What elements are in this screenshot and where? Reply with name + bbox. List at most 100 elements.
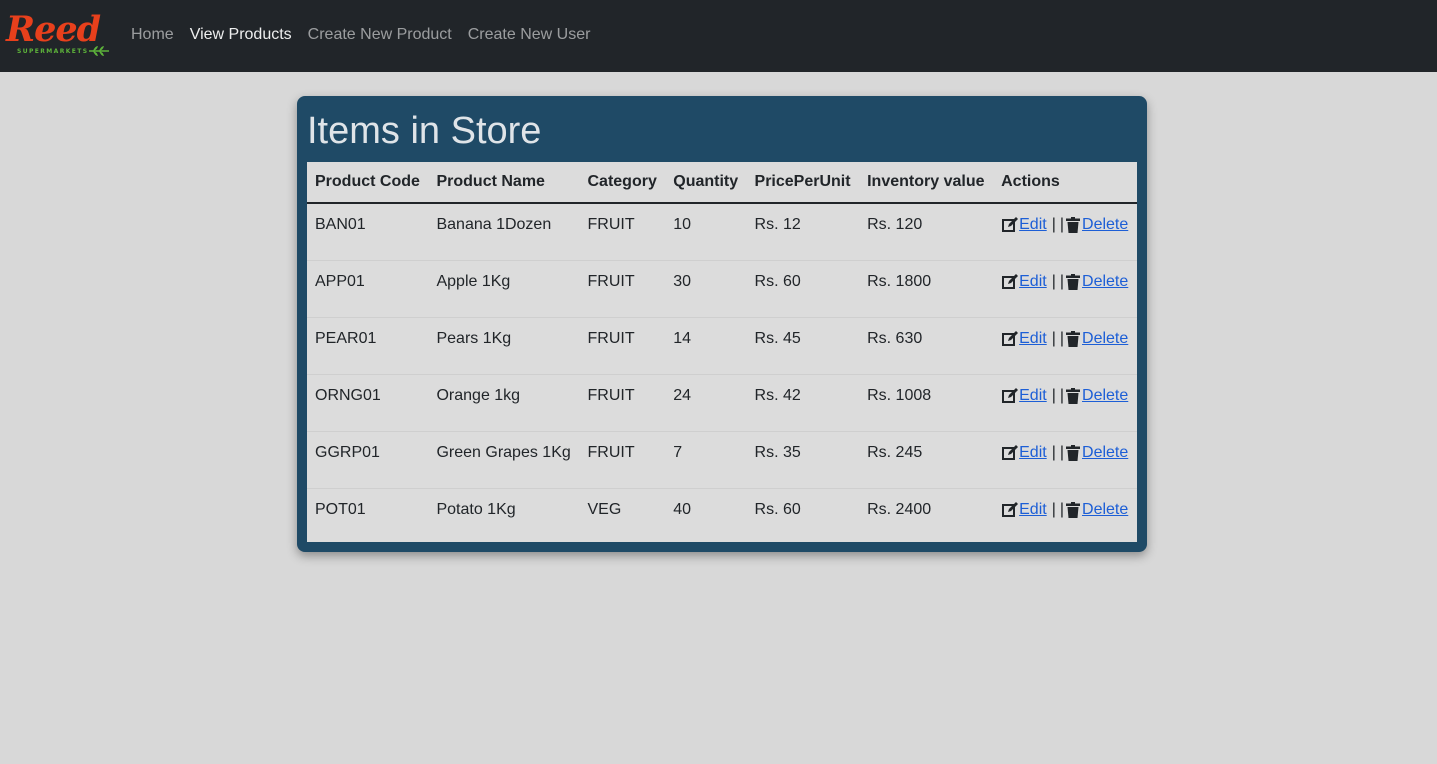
table-row: BAN01 Banana 1Dozen FRUIT 10 Rs. 12 Rs. 120 Ed… [307,203,1137,261]
actions-cell: Edit | | Delete [993,260,1137,318]
edit-link[interactable]: Edit [1019,444,1047,462]
edit-icon[interactable] [1001,330,1019,348]
row-actions: Edit | | Delete [1001,330,1129,348]
table-cell: Banana 1Dozen [428,203,580,261]
table-cell: Rs. 2400 [867,500,932,518]
nav-links: Home View Products Create New Product Creat… [131,24,606,46]
trash-icon[interactable] [1064,501,1082,519]
nav-link-view-products[interactable]: View Products [190,24,292,46]
trash-icon[interactable] [1064,387,1082,405]
delete-link[interactable]: Delete [1082,387,1128,405]
table-row: POT01 Potato 1Kg VEG 40 Rs. 60 Rs. 2400 Edit | |… [307,488,1137,542]
nav-link-create-new-product[interactable]: Create New Product [308,24,452,46]
trash-icon[interactable] [1064,216,1082,234]
page-title: Items in Store [307,110,542,152]
table-row: APP01 Apple 1Kg FRUIT 30 Rs. 60 Rs. 1800 Edit |… [307,260,1137,318]
table-row: ORNG01 Orange 1kg FRUIT 24 Rs. 42 Rs. 1008 Edi… [307,374,1137,432]
column-header-priceperunit: PricePerUnit [746,162,860,204]
edit-icon[interactable] [1001,216,1019,234]
table-cell: VEG [587,500,622,518]
actions-cell: Edit | | Delete [993,317,1137,375]
table-cell: Rs. 12 [746,203,860,261]
edit-icon[interactable] [1001,444,1019,462]
navbar: Reed SUPERMARKETS Home View Products Creat… [0,0,1437,72]
actions-cell: Edit | | Delete [993,488,1137,542]
table-cell: 40 [673,500,692,518]
table-row: PEAR01 Pears 1Kg FRUIT 14 Rs. 45 Rs. 630 Edit |… [307,317,1137,375]
table-cell: FRUIT [579,260,666,318]
table-cell: Rs. 45 [746,317,860,375]
brand-tagline: SUPERMARKETS [17,48,89,55]
edit-link[interactable]: Edit [1019,501,1047,519]
column-header-quantity: Quantity [665,162,747,204]
table-cell: Rs. 35 [746,431,860,489]
products-table: Product Code Product Name Category Quantity… [307,162,1137,542]
edit-icon[interactable] [1001,387,1019,405]
delete-link[interactable]: Delete [1082,216,1128,234]
action-separator: | [1051,443,1056,461]
table-cell: FRUIT [579,203,666,261]
table-cell: GGRP01 [307,431,429,489]
trash-icon[interactable] [1064,330,1082,348]
edit-link[interactable]: Edit [1019,330,1047,348]
edit-icon[interactable] [1001,501,1019,519]
delete-link[interactable]: Delete [1082,330,1128,348]
delete-link[interactable]: Delete [1082,273,1128,291]
table-row: GGRP01 Green Grapes 1Kg FRUIT 7 Rs. 35 Rs. 24… [307,431,1137,489]
table-cell: Rs. 1800 [859,260,994,318]
leaf-icon [89,46,109,56]
table-header-row: Product Code Product Name Category Quantity… [307,162,1137,204]
actions-cell: Edit | | Delete [993,203,1137,261]
nav-link-create-new-user[interactable]: Create New User [468,24,591,46]
delete-link[interactable]: Delete [1082,501,1128,519]
trash-icon[interactable] [1064,444,1082,462]
table-cell: 14 [665,317,747,375]
table-cell: POT01 [315,500,366,518]
table-cell: Rs. 1008 [859,374,994,432]
table-cell: Pears 1Kg [428,317,580,375]
actions-cell: Edit | | Delete [993,431,1137,489]
edit-link[interactable]: Edit [1019,387,1047,405]
table-cell: PEAR01 [307,317,429,375]
table-cell: Rs. 60 [754,500,801,518]
column-header-inventory-value: Inventory value [859,162,994,204]
action-separator: | [1051,500,1056,518]
table-cell: APP01 [307,260,429,318]
brand-name: Reed [6,9,101,50]
table-cell: Rs. 120 [859,203,994,261]
table-cell: Rs. 630 [859,317,994,375]
nav-link-home[interactable]: Home [131,24,174,46]
action-separator: | [1051,216,1056,233]
trash-icon[interactable] [1064,273,1082,291]
row-actions: Edit | | Delete [1001,273,1129,291]
table-cell: 7 [665,431,747,489]
table-cell: Orange 1kg [428,374,580,432]
table-cell: 24 [665,374,747,432]
column-header-product-name: Product Name [428,162,580,204]
row-actions: Edit | | Delete [1001,387,1129,405]
action-separator: | [1051,272,1056,290]
action-separator: | [1051,329,1056,347]
table-cell: 10 [665,203,747,261]
table-cell: Rs. 60 [746,260,860,318]
row-actions: Edit | | Delete [1001,216,1129,234]
table-cell: FRUIT [579,431,666,489]
delete-link[interactable]: Delete [1082,444,1128,462]
row-actions: Edit | | Delete [1001,444,1129,462]
brand-logo[interactable]: Reed SUPERMARKETS [6,9,109,61]
table-body: BAN01 Banana 1Dozen FRUIT 10 Rs. 12 Rs. 120 Ed… [307,203,1137,542]
table-cell: BAN01 [307,203,429,261]
table-cell: Rs. 42 [746,374,860,432]
action-separator: | [1051,386,1056,404]
edit-icon[interactable] [1001,273,1019,291]
products-card: Items in Store Product Code Product Name C… [297,96,1147,552]
table-cell: Potato 1Kg [436,500,516,518]
column-header-product-code: Product Code [307,162,429,204]
column-header-category: Category [579,162,666,204]
actions-cell: Edit | | Delete [993,374,1137,432]
edit-link[interactable]: Edit [1019,273,1047,291]
table-cell: ORNG01 [307,374,429,432]
table-cell: FRUIT [579,317,666,375]
edit-link[interactable]: Edit [1019,216,1047,234]
table-cell: Rs. 245 [859,431,994,489]
